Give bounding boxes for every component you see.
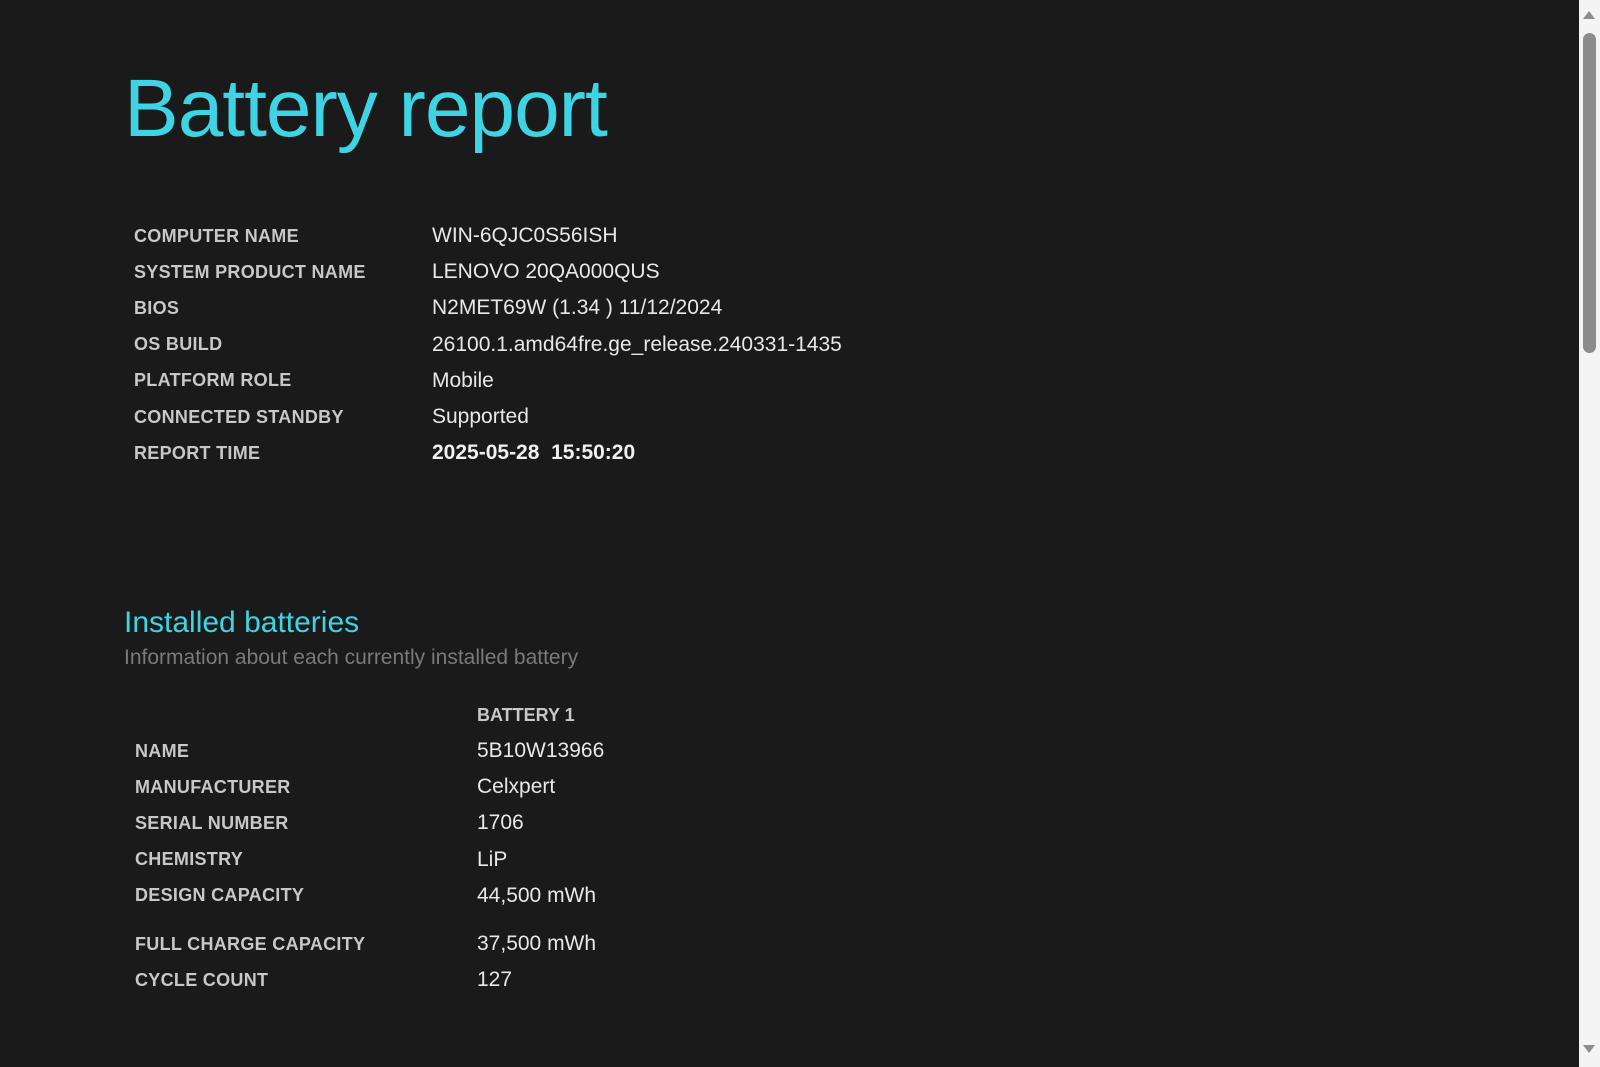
info-value: LENOVO 20QA000QUS (432, 260, 660, 284)
installed-batteries-heading: Installed batteries (124, 606, 360, 639)
battery-label: SERIAL NUMBER (135, 812, 289, 833)
battery-label: MANUFACTURER (135, 776, 291, 797)
row-spacer (135, 914, 604, 926)
info-row-platform-role: PLATFORM ROLE Mobile (134, 363, 842, 399)
battery-value: 37,500 mWh (477, 932, 597, 956)
installed-batteries-subtitle: Information about each currently install… (124, 646, 579, 669)
scroll-up-arrow-icon[interactable] (1583, 11, 1595, 19)
info-row-computer-name: COMPUTER NAME WIN-6QJC0S56ISH (134, 218, 842, 254)
battery-row-design-capacity: DESIGN CAPACITY 44,500 mWh (135, 878, 604, 914)
vertical-scrollbar[interactable] (1579, 0, 1600, 1067)
battery-table: BATTERY 1 NAME 5B10W13966 MANUFACTURER Cel… (135, 697, 604, 998)
info-label: SYSTEM PRODUCT NAME (134, 261, 366, 282)
info-row-bios: BIOS N2MET69W (1.34 ) 11/12/2024 (134, 290, 842, 326)
battery-value: 127 (477, 968, 513, 992)
info-value: Supported (432, 405, 529, 429)
battery-value: 44,500 mWh (477, 883, 597, 907)
battery-row-serial-number: SERIAL NUMBER 1706 (135, 805, 604, 841)
battery-label: FULL CHARGE CAPACITY (135, 933, 366, 954)
battery-row-full-charge-capacity: FULL CHARGE CAPACITY 37,500 mWh (135, 926, 604, 962)
info-value: N2MET69W (1.34 ) 11/12/2024 (432, 296, 723, 320)
info-label: CONNECTED STANDBY (134, 406, 344, 427)
battery-value: 1706 (477, 811, 524, 835)
info-label: PLATFORM ROLE (134, 370, 292, 391)
battery-row-name: NAME 5B10W13966 (135, 733, 604, 769)
info-row-system-product-name: SYSTEM PRODUCT NAME LENOVO 20QA000QUS (134, 254, 842, 290)
battery-label: CHEMISTRY (135, 849, 244, 870)
info-label: REPORT TIME (134, 442, 261, 463)
page-title: Battery report (124, 63, 608, 154)
system-info-table: COMPUTER NAME WIN-6QJC0S56ISH SYSTEM PROD… (134, 218, 842, 471)
battery-value: 5B10W13966 (477, 739, 605, 763)
battery-row-chemistry: CHEMISTRY LiP (135, 842, 604, 878)
info-value: WIN-6QJC0S56ISH (432, 224, 618, 248)
info-row-os-build: OS BUILD 26100.1.amd64fre.ge_release.2403… (134, 327, 842, 363)
info-value: 26100.1.amd64fre.ge_release.240331-1435 (432, 332, 842, 356)
info-label: OS BUILD (134, 334, 223, 355)
battery-label: CYCLE COUNT (135, 969, 269, 990)
info-value: Mobile (432, 368, 494, 392)
info-row-report-time: REPORT TIME 2025-05-28 15:50:20 (134, 435, 842, 471)
info-label: BIOS (134, 297, 180, 318)
battery-value: Celxpert (477, 775, 556, 799)
battery-row-cycle-count: CYCLE COUNT 127 (135, 962, 604, 998)
info-row-connected-standby: CONNECTED STANDBY Supported (134, 399, 842, 435)
battery-label: DESIGN CAPACITY (135, 885, 305, 906)
battery-row-manufacturer: MANUFACTURER Celxpert (135, 769, 604, 805)
info-label: COMPUTER NAME (134, 225, 299, 246)
battery-label: NAME (135, 740, 190, 761)
scrollbar-thumb[interactable] (1583, 33, 1596, 353)
battery-column-header: BATTERY 1 (477, 704, 575, 725)
scroll-down-arrow-icon[interactable] (1583, 1045, 1595, 1053)
battery-value: LiP (477, 847, 508, 871)
info-value: 2025-05-28 15:50:20 (432, 441, 636, 465)
